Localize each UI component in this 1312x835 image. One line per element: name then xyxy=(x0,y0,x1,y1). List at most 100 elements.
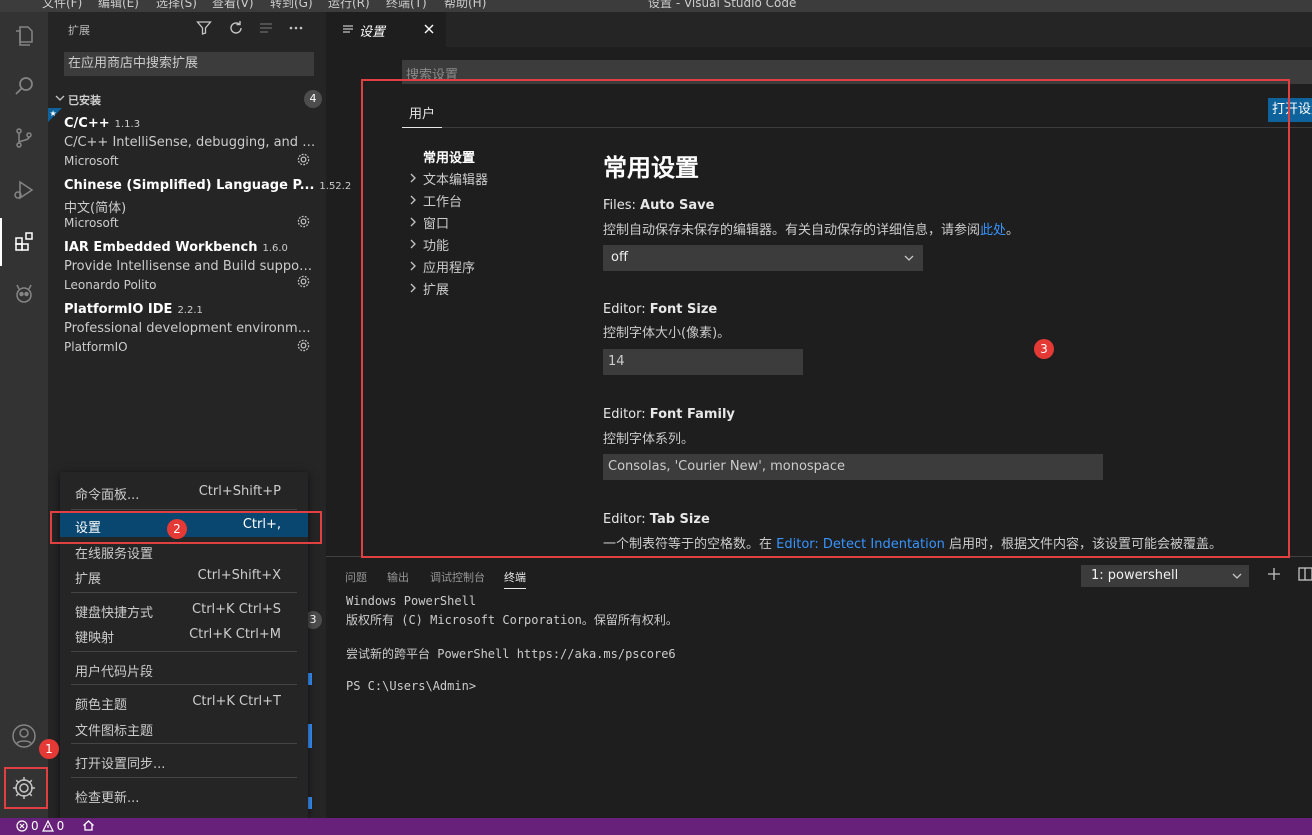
panel-tab-terminal[interactable]: 终端 xyxy=(504,569,526,589)
annotation-badge-2: 2 xyxy=(167,519,187,539)
menu-item-user-snippets[interactable]: 用户代码片段 xyxy=(60,657,308,681)
menu-run[interactable]: 运行(R) xyxy=(328,0,370,11)
menu-item-shortcut: Ctrl+Shift+P xyxy=(198,484,281,499)
menu-item-keyboard-shortcuts[interactable]: 键盘快捷方式 Ctrl+K Ctrl+S xyxy=(60,598,308,622)
install-indicator xyxy=(308,797,312,809)
annotation-badge-3: 3 xyxy=(1034,339,1054,359)
tab-settings[interactable]: 设置 xyxy=(326,12,446,47)
menu-item-label: 用户代码片段 xyxy=(75,665,154,680)
terminal-line: 尝试新的跨平台 PowerShell https://aka.ms/pscore… xyxy=(346,647,676,661)
status-bar: 0 0 xyxy=(0,818,1312,835)
menu-item-command-palette[interactable]: 命令面板... Ctrl+Shift+P xyxy=(60,480,308,504)
clear-icon[interactable] xyxy=(256,18,276,38)
menu-item-shortcut: Ctrl+K Ctrl+S xyxy=(192,602,281,617)
extension-publisher: Leonardo Polito xyxy=(64,278,157,292)
menu-item-color-theme[interactable]: 颜色主题 Ctrl+K Ctrl+T xyxy=(60,690,308,714)
annotation-box-gear xyxy=(4,767,48,809)
menu-item-check-updates[interactable]: 检查更新... xyxy=(60,783,308,807)
menu-item-keymaps[interactable]: 键映射 Ctrl+K Ctrl+M xyxy=(60,623,308,647)
problems-status[interactable]: 0 0 xyxy=(16,819,64,833)
terminal-prompt[interactable]: PS C:\Users\Admin> xyxy=(346,679,476,693)
extension-name: IAR Embedded Workbench xyxy=(64,240,258,255)
extension-gear-icon[interactable] xyxy=(296,338,311,353)
menu-go[interactable]: 转到(G) xyxy=(270,0,313,11)
error-icon xyxy=(16,820,28,832)
terminal-line: Windows PowerShell xyxy=(346,594,477,608)
tab-label: 设置 xyxy=(359,25,386,40)
extension-publisher: Microsoft xyxy=(64,154,119,168)
extension-version: 1.52.2 xyxy=(319,181,352,192)
run-debug-icon[interactable] xyxy=(0,166,48,214)
menu-item-shortcut: Ctrl+K Ctrl+M xyxy=(189,627,281,642)
extension-name: PlatformIO IDE xyxy=(64,302,173,317)
terminal-line: 版权所有 (C) Microsoft Corporation。保留所有权利。 xyxy=(346,613,678,627)
terminal-select[interactable]: 1: powershell xyxy=(1081,565,1249,587)
panel-tab-output[interactable]: 输出 xyxy=(387,569,409,585)
menu-item-label: 扩展 xyxy=(75,572,102,587)
menu-selection[interactable]: 选择(S) xyxy=(156,0,197,11)
warning-count: 0 xyxy=(56,819,65,833)
menu-item-shortcut: Ctrl+Shift+X xyxy=(197,568,281,583)
menu-item-label: 命令面板... xyxy=(75,488,140,503)
annotation-box-settings-area xyxy=(361,79,1290,558)
install-indicator xyxy=(308,736,312,748)
menu-item-file-icon-theme[interactable]: 文件图标主题 xyxy=(60,716,308,740)
installed-count-badge: 4 xyxy=(304,90,322,108)
extension-gear-icon[interactable] xyxy=(296,152,311,167)
extension-gear-icon[interactable] xyxy=(296,214,311,229)
close-icon[interactable] xyxy=(422,22,436,36)
menu-view[interactable]: 查看(V) xyxy=(212,0,254,11)
annotation-badge-1: 1 xyxy=(39,739,59,759)
menu-help[interactable]: 帮助(H) xyxy=(444,0,486,11)
filter-icon[interactable] xyxy=(194,18,214,38)
menu-separator xyxy=(71,743,297,744)
window-title: 设置 - Visual Studio Code xyxy=(648,0,797,10)
extension-description: Provide Intellisense and Build support f… xyxy=(64,259,316,274)
activity-bar xyxy=(0,12,48,818)
platformio-icon[interactable] xyxy=(0,270,48,318)
panel-tab-problems[interactable]: 问题 xyxy=(345,569,367,585)
split-terminal-icon[interactable] xyxy=(1298,566,1312,582)
source-control-icon[interactable] xyxy=(0,114,48,162)
extension-description: Professional development environment for… xyxy=(64,321,316,336)
installed-section-header[interactable]: 已安装 4 xyxy=(48,88,326,110)
editor-tab-bar: 设置 xyxy=(326,12,1312,47)
warning-icon xyxy=(41,820,54,832)
menu-separator xyxy=(71,592,297,593)
extension-gear-icon[interactable] xyxy=(296,274,311,289)
menu-file[interactable]: 文件(F) xyxy=(42,0,82,11)
extension-item-chinese[interactable]: Chinese (Simplified) Language P... 1.52.2… xyxy=(48,176,351,238)
menu-item-extensions[interactable]: 扩展 Ctrl+Shift+X xyxy=(60,564,308,588)
extension-description: 中文(简体) xyxy=(64,201,127,216)
extension-version: 1.1.3 xyxy=(114,119,141,130)
menu-separator xyxy=(71,777,297,778)
extensions-icon[interactable] xyxy=(0,218,48,266)
menu-edit[interactable]: 编辑(E) xyxy=(98,0,139,11)
settings-list-icon xyxy=(342,23,354,35)
menu-item-label: 键映射 xyxy=(75,631,115,646)
terminal-select-value: 1: powershell xyxy=(1091,568,1179,583)
panel-tab-debug-console[interactable]: 调试控制台 xyxy=(430,569,485,585)
extension-version: 2.2.1 xyxy=(177,305,203,316)
menu-item-shortcut: Ctrl+K Ctrl+T xyxy=(192,694,281,709)
more-actions-icon[interactable] xyxy=(286,18,306,38)
menu-item-label: 打开设置同步... xyxy=(75,757,166,772)
extensions-search-input[interactable]: 在应用商店中搜索扩展 xyxy=(64,52,314,76)
menu-item-label: 检查更新... xyxy=(75,791,140,806)
install-indicator xyxy=(308,673,312,685)
menu-item-label: 键盘快捷方式 xyxy=(75,606,154,621)
extension-item-iar[interactable]: IAR Embedded Workbench 1.6.0 Provide Inte… xyxy=(48,238,326,300)
extension-version: 1.6.0 xyxy=(262,243,288,254)
extension-item-platformio[interactable]: PlatformIO IDE 2.2.1 Professional develop… xyxy=(48,300,326,362)
installed-label: 已安装 xyxy=(68,94,101,107)
menu-terminal[interactable]: 终端(T) xyxy=(386,0,427,11)
extension-description: C/C++ IntelliSense, debugging, and code … xyxy=(64,135,316,150)
menu-item-settings-sync[interactable]: 打开设置同步... xyxy=(60,749,308,773)
home-icon[interactable] xyxy=(82,819,95,832)
extension-item-cpp[interactable]: C/C++ 1.1.3 C/C++ IntelliSense, debugging… xyxy=(48,114,326,176)
new-terminal-plus-icon[interactable] xyxy=(1266,566,1282,582)
search-icon[interactable] xyxy=(0,62,48,110)
explorer-icon[interactable] xyxy=(0,12,48,60)
title-bar: 文件(F) 编辑(E) 选择(S) 查看(V) 转到(G) 运行(R) 终端(T… xyxy=(0,0,1312,12)
refresh-icon[interactable] xyxy=(226,18,246,38)
